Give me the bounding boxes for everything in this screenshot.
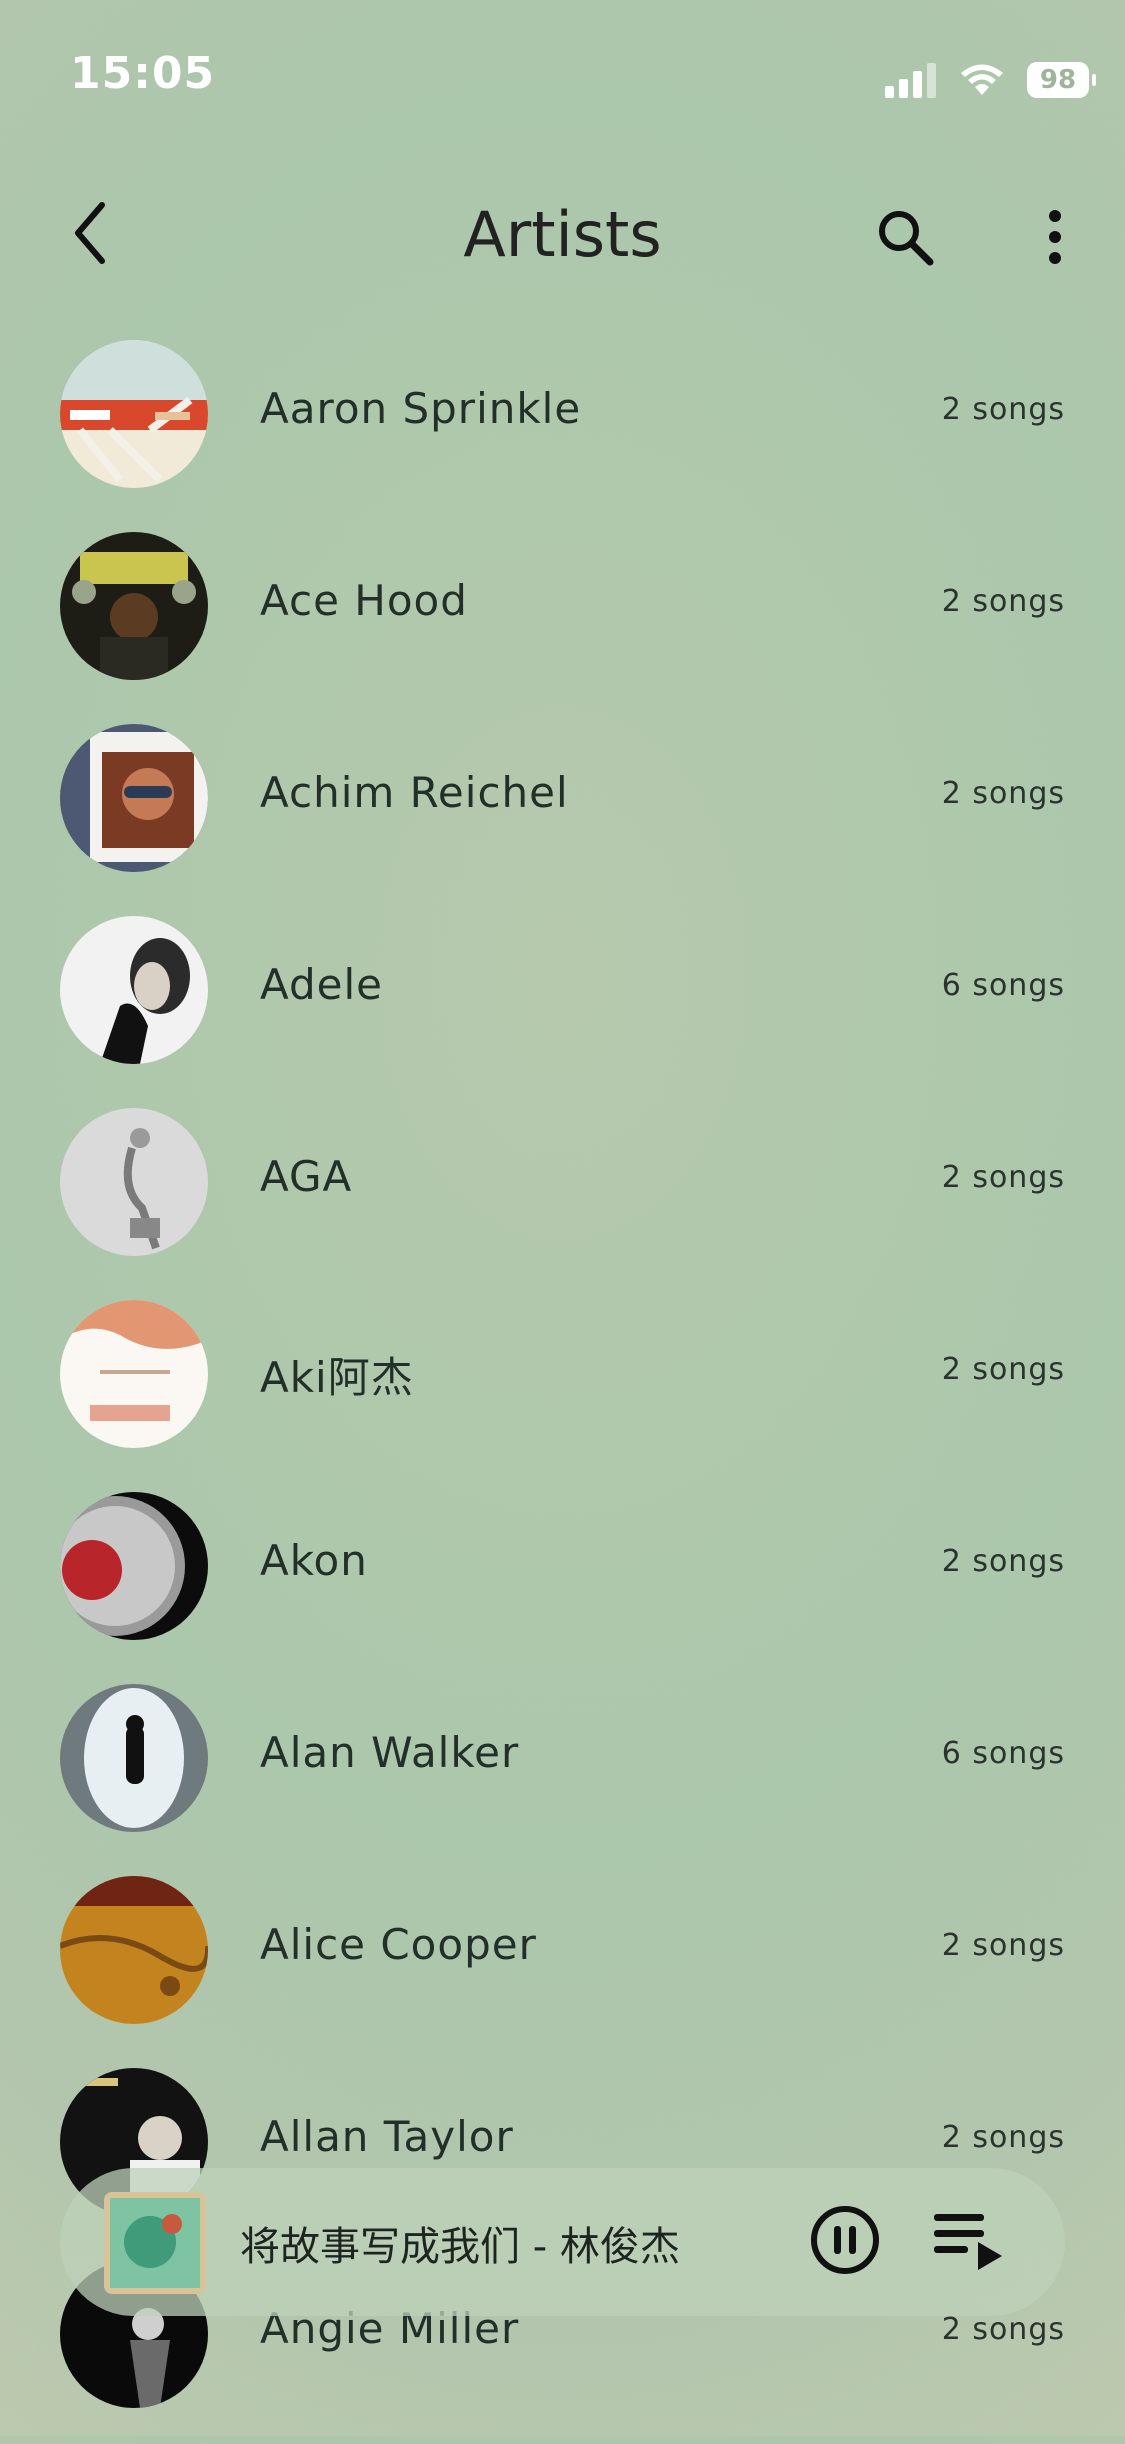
song-count: 2 songs — [941, 2120, 1065, 2155]
artist-avatar — [60, 1108, 208, 1256]
song-count: 2 songs — [941, 1544, 1065, 1579]
artist-avatar — [60, 1300, 208, 1448]
artist-row[interactable]: Alice Cooper 2 songs — [0, 1868, 1125, 2060]
song-count: 2 songs — [941, 584, 1065, 619]
search-icon — [879, 211, 934, 266]
mini-player[interactable]: 将故事写成我们 - 林俊杰 — [60, 2168, 1065, 2316]
more-options-button[interactable] — [1020, 202, 1090, 272]
artist-name: Achim Reichel — [260, 768, 569, 817]
song-count: 2 songs — [941, 1928, 1065, 1963]
search-button[interactable] — [870, 202, 940, 272]
artist-avatar — [60, 532, 208, 680]
queue-button[interactable] — [930, 2202, 1010, 2282]
top-bar: Artists — [0, 180, 1125, 290]
song-count: 2 songs — [941, 392, 1065, 427]
artist-avatar — [60, 916, 208, 1064]
artist-name: Aki阿杰 — [260, 1353, 414, 1402]
song-count: 2 songs — [941, 1160, 1065, 1195]
status-icons: 98 — [885, 56, 1096, 104]
artist-name: Adele — [260, 960, 384, 1009]
artist-row[interactable]: Achim Reichel 2 songs — [0, 716, 1125, 908]
artist-name: Alice Cooper — [260, 1920, 537, 1969]
artist-row[interactable]: Adele 6 songs — [0, 908, 1125, 1100]
page-title: Artists — [463, 198, 662, 271]
playlist-icon — [934, 2214, 1002, 2270]
artist-row[interactable]: Aaron Sprinkle 2 songs — [0, 332, 1125, 524]
artist-name: Ace Hood — [260, 576, 468, 625]
battery-icon: 98 — [1027, 62, 1096, 98]
status-bar: 15:05 98 — [0, 0, 1125, 150]
song-count: 6 songs — [941, 1736, 1065, 1771]
pause-icon — [811, 2206, 879, 2274]
artist-name: Alan Walker — [260, 1728, 520, 1777]
artist-avatar — [60, 1684, 208, 1832]
artist-name: Allan Taylor — [260, 2112, 514, 2161]
artist-avatar — [60, 724, 208, 872]
artist-name: AGA — [260, 1152, 353, 1201]
pause-button[interactable] — [805, 2200, 885, 2280]
cellular-signal-icon — [885, 63, 936, 98]
artist-row[interactable]: AGA 2 songs — [0, 1100, 1125, 1292]
artist-avatar — [60, 1876, 208, 2024]
artist-name: Akon — [260, 1536, 368, 1585]
artist-row[interactable]: Akon 2 songs — [0, 1484, 1125, 1676]
now-playing-cover — [104, 2192, 206, 2294]
more-vertical-icon — [1049, 210, 1061, 264]
artist-row[interactable]: Alan Walker 6 songs — [0, 1676, 1125, 1868]
song-count: 2 songs — [941, 2312, 1065, 2347]
song-count: 2 songs — [941, 776, 1065, 811]
status-time: 15:05 — [70, 48, 216, 99]
wifi-icon — [961, 64, 1003, 95]
song-count: 6 songs — [941, 968, 1065, 1003]
artist-row[interactable]: Ace Hood 2 songs — [0, 524, 1125, 716]
artist-row[interactable]: Aki阿杰 2 songs — [0, 1292, 1125, 1484]
artist-avatar — [60, 1492, 208, 1640]
song-count: 2 songs — [941, 1352, 1065, 1387]
artist-avatar — [60, 340, 208, 488]
artist-list: Aaron Sprinkle 2 songs Ace Hood 2 songs — [0, 332, 1125, 2444]
now-playing-title: 将故事写成我们 - 林俊杰 — [240, 2224, 680, 2270]
artist-name: Aaron Sprinkle — [260, 384, 582, 433]
